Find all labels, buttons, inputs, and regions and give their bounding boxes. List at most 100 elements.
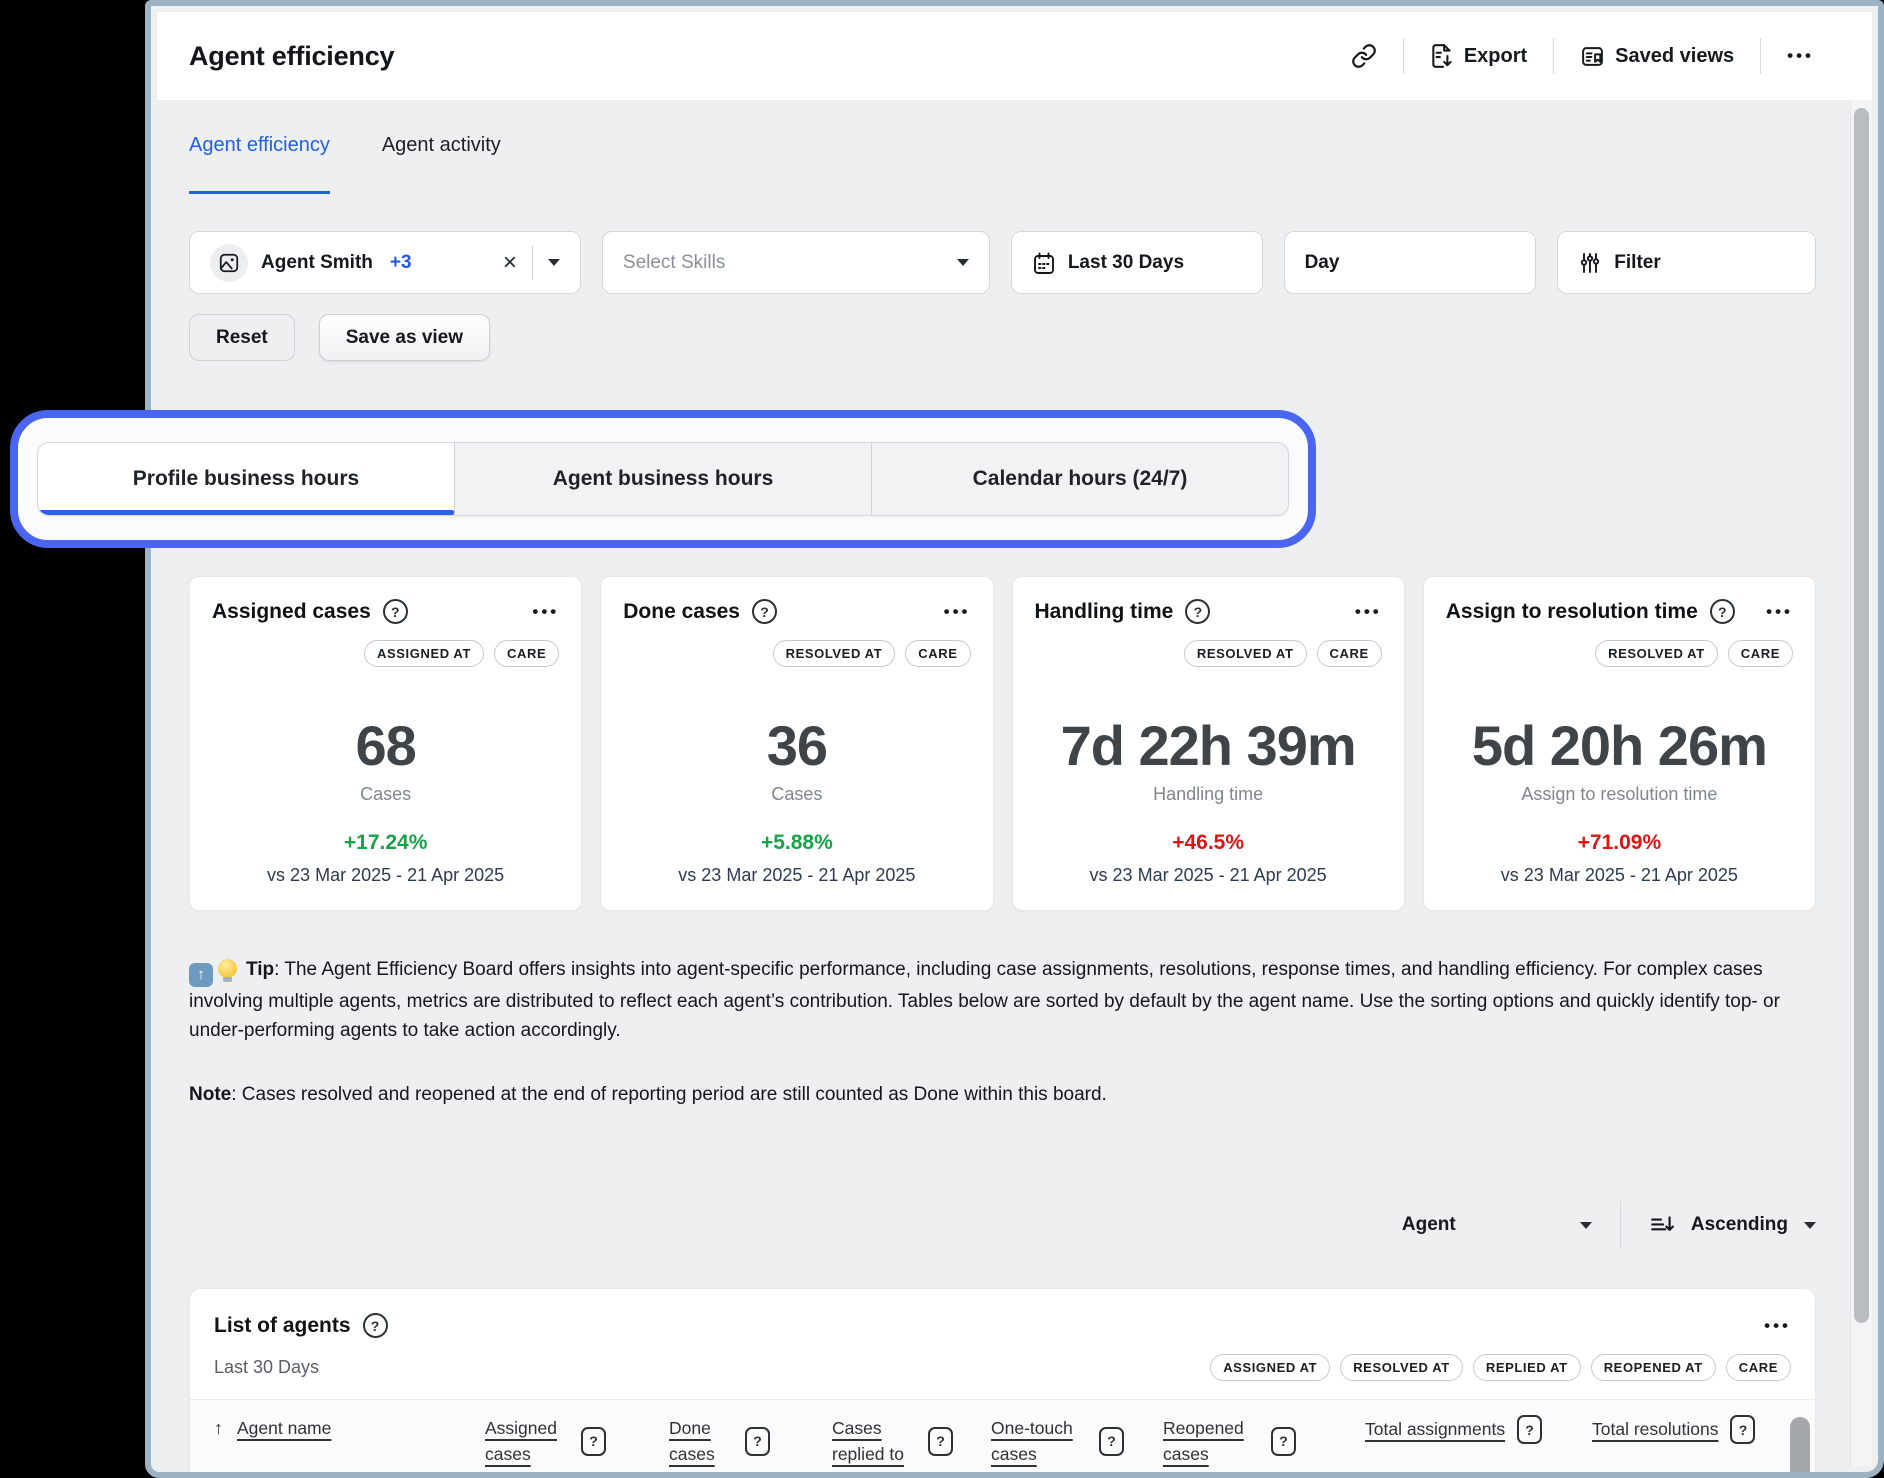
segment-agent-business-hours[interactable]: Agent business hours bbox=[454, 443, 871, 515]
agent-filter-chip[interactable]: Agent Smith +3 × bbox=[189, 231, 581, 294]
granularity-select[interactable]: Day bbox=[1284, 231, 1537, 294]
list-title: List of agents bbox=[214, 1314, 351, 1338]
metric-delta: +71.09% bbox=[1446, 831, 1793, 855]
column-label: Reopened cases bbox=[1163, 1415, 1259, 1468]
card-menu-icon[interactable]: ••• bbox=[1766, 602, 1793, 622]
table-scrollbar-thumb[interactable] bbox=[1790, 1417, 1810, 1478]
chevron-down-icon[interactable] bbox=[548, 259, 560, 266]
column-label: Done cases bbox=[669, 1415, 733, 1468]
list-menu-icon[interactable]: ••• bbox=[1764, 1316, 1791, 1336]
annotation-highlight-box: Profile business hours Agent business ho… bbox=[10, 410, 1316, 548]
sort-ascending-arrow-icon: ↑ bbox=[214, 1418, 223, 1439]
compare-period: vs 23 Mar 2025 - 21 Apr 2025 bbox=[212, 865, 559, 886]
date-range-select[interactable]: Last 30 Days bbox=[1011, 231, 1263, 294]
sort-field-select[interactable]: Agent bbox=[1402, 1214, 1592, 1236]
column-label: One-touch cases bbox=[991, 1415, 1087, 1468]
card-title: Assigned cases bbox=[212, 600, 371, 624]
status-badge: REPLIED AT bbox=[1473, 1354, 1581, 1381]
help-icon[interactable]: ? bbox=[1730, 1415, 1755, 1444]
card-assign-to-resolution-time: Assign to resolution time ? ••• RESOLVED… bbox=[1423, 576, 1816, 911]
column-label: Cases replied to bbox=[832, 1415, 916, 1468]
up-arrow-emoji: ↑ bbox=[189, 963, 213, 987]
filter-actions-row: Reset Save as view bbox=[189, 314, 1816, 361]
status-badge: RESOLVED AT bbox=[773, 640, 896, 667]
column-label: Assigned cases bbox=[485, 1415, 569, 1468]
status-badge: CARE bbox=[494, 640, 559, 667]
reset-button[interactable]: Reset bbox=[189, 314, 295, 361]
metric-unit: Cases bbox=[623, 784, 970, 805]
card-handling-time: Handling time ? ••• RESOLVED AT CARE 7d … bbox=[1012, 576, 1405, 911]
saved-views-button[interactable]: Saved views bbox=[1580, 44, 1734, 69]
sort-ascending-icon bbox=[1649, 1213, 1675, 1237]
clear-agent-filter-icon[interactable]: × bbox=[503, 251, 517, 275]
app-window: Agent efficiency Export Saved bbox=[145, 0, 1884, 1478]
help-icon[interactable]: ? bbox=[1710, 599, 1735, 624]
column-cases-replied-to[interactable]: Cases replied to ? bbox=[832, 1415, 991, 1468]
sliders-icon bbox=[1578, 251, 1602, 275]
help-icon[interactable]: ? bbox=[1099, 1427, 1124, 1456]
status-badge: ASSIGNED AT bbox=[364, 640, 484, 667]
status-badge: CARE bbox=[1728, 640, 1793, 667]
filter-button[interactable]: Filter bbox=[1557, 231, 1816, 294]
saved-views-icon bbox=[1580, 44, 1605, 69]
help-icon[interactable]: ? bbox=[383, 599, 408, 624]
column-assigned-cases[interactable]: Assigned cases ? bbox=[485, 1415, 669, 1468]
segment-profile-business-hours[interactable]: Profile business hours bbox=[38, 443, 454, 515]
help-icon[interactable]: ? bbox=[581, 1427, 606, 1456]
tab-agent-activity[interactable]: Agent activity bbox=[382, 100, 501, 194]
list-date-range: Last 30 Days bbox=[214, 1357, 319, 1378]
card-menu-icon[interactable]: ••• bbox=[1355, 602, 1382, 622]
chevron-down-icon bbox=[1580, 1222, 1592, 1229]
note-text: Note: Cases resolved and reopened at the… bbox=[189, 1084, 1816, 1106]
page-scrollbar-track[interactable] bbox=[1850, 100, 1872, 1466]
tab-agent-efficiency[interactable]: Agent efficiency bbox=[189, 100, 330, 194]
tip-body: : The Agent Efficiency Board offers insi… bbox=[189, 959, 1780, 1041]
card-menu-icon[interactable]: ••• bbox=[944, 602, 971, 622]
save-as-view-button[interactable]: Save as view bbox=[319, 314, 490, 361]
skills-select[interactable]: Select Skills bbox=[602, 231, 990, 294]
card-title: Handling time bbox=[1035, 600, 1174, 624]
help-icon[interactable]: ? bbox=[1517, 1415, 1542, 1444]
help-icon[interactable]: ? bbox=[363, 1313, 388, 1338]
column-total-resolutions[interactable]: Total resolutions ? bbox=[1592, 1415, 1791, 1444]
card-assigned-cases: Assigned cases ? ••• ASSIGNED AT CARE 68… bbox=[189, 576, 582, 911]
export-button[interactable]: Export bbox=[1430, 43, 1527, 69]
column-done-cases[interactable]: Done cases ? bbox=[669, 1415, 832, 1468]
skills-placeholder: Select Skills bbox=[623, 252, 725, 274]
column-agent-name[interactable]: ↑ Agent name bbox=[214, 1415, 485, 1441]
status-badge: ASSIGNED AT bbox=[1210, 1354, 1330, 1381]
metric-value: 36 bbox=[623, 713, 970, 778]
status-badge: RESOLVED AT bbox=[1340, 1354, 1463, 1381]
help-icon[interactable]: ? bbox=[928, 1427, 953, 1456]
copy-link-icon[interactable] bbox=[1351, 43, 1377, 69]
date-range-value: Last 30 Days bbox=[1068, 252, 1184, 274]
column-total-assignments[interactable]: Total assignments ? bbox=[1365, 1415, 1592, 1444]
saved-views-label: Saved views bbox=[1615, 45, 1734, 68]
table-header-row: ↑ Agent name Assigned cases ? Done cases… bbox=[190, 1399, 1815, 1478]
more-menu-icon[interactable]: ••• bbox=[1787, 46, 1814, 66]
help-icon[interactable]: ? bbox=[752, 599, 777, 624]
help-icon[interactable]: ? bbox=[1185, 599, 1210, 624]
card-title: Done cases bbox=[623, 600, 740, 624]
sort-direction-select[interactable]: Ascending bbox=[1649, 1213, 1816, 1237]
page-header: Agent efficiency Export Saved bbox=[157, 12, 1872, 100]
list-of-agents-card: List of agents ? ••• Last 30 Days ASSIGN… bbox=[189, 1288, 1816, 1478]
header-actions: Export Saved views ••• bbox=[1351, 38, 1814, 74]
tip-label: Tip bbox=[246, 959, 274, 980]
page-scrollbar-thumb[interactable] bbox=[1854, 108, 1869, 1323]
status-badge: RESOLVED AT bbox=[1595, 640, 1718, 667]
calendar-icon bbox=[1032, 251, 1056, 275]
card-menu-icon[interactable]: ••• bbox=[532, 602, 559, 622]
card-done-cases: Done cases ? ••• RESOLVED AT CARE 36 Cas… bbox=[600, 576, 993, 911]
column-one-touch-cases[interactable]: One-touch cases ? bbox=[991, 1415, 1163, 1468]
sort-row: Agent Ascending bbox=[189, 1198, 1816, 1252]
avatar bbox=[210, 244, 248, 282]
help-icon[interactable]: ? bbox=[745, 1427, 770, 1456]
column-reopened-cases[interactable]: Reopened cases ? bbox=[1163, 1415, 1365, 1468]
segment-calendar-hours[interactable]: Calendar hours (24/7) bbox=[871, 443, 1288, 515]
compare-period: vs 23 Mar 2025 - 21 Apr 2025 bbox=[1446, 865, 1793, 886]
tip-text: ↑ Tip: The Agent Efficiency Board offers … bbox=[189, 955, 1816, 1046]
help-icon[interactable]: ? bbox=[1271, 1427, 1296, 1456]
metric-value: 68 bbox=[212, 713, 559, 778]
light-bulb-emoji bbox=[218, 959, 237, 978]
